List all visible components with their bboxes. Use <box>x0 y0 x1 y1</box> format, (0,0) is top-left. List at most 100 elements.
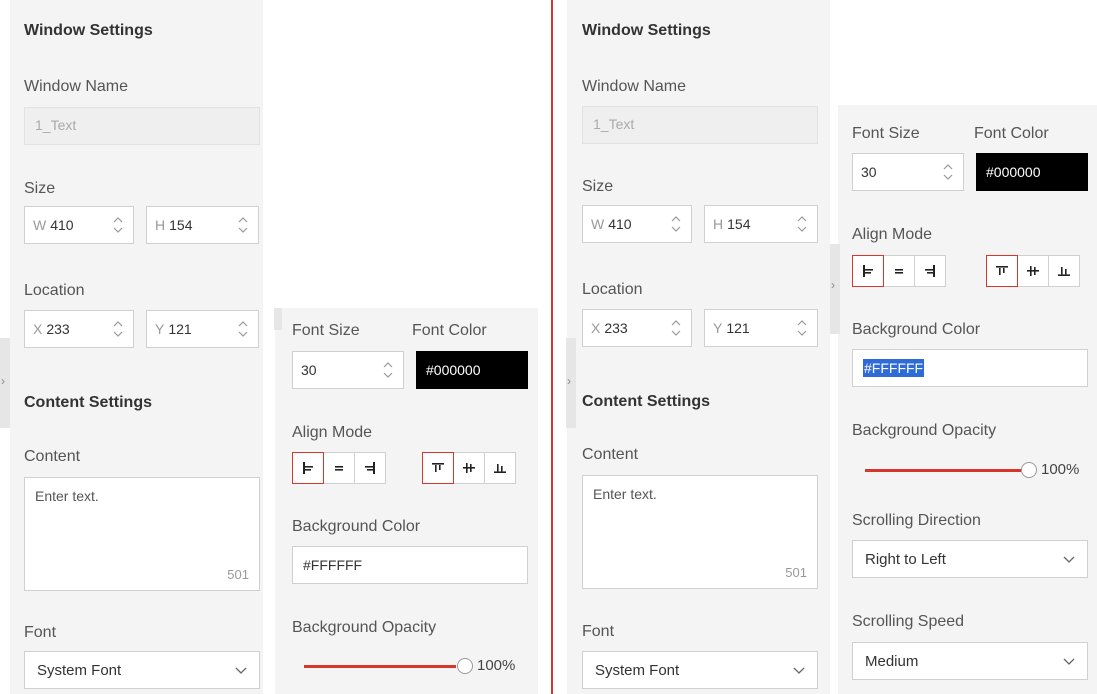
align-left-button[interactable] <box>852 255 884 287</box>
chevron-up-down-icon[interactable] <box>236 319 250 339</box>
y-value: 121 <box>168 321 192 337</box>
font-color-swatch[interactable]: #000000 <box>416 351 528 389</box>
font-size-label: Font Size <box>852 125 920 142</box>
align-right-icon <box>925 265 935 277</box>
location-label: Location <box>24 282 85 299</box>
align-middle-button[interactable] <box>453 452 485 484</box>
left-blank-area <box>263 0 551 308</box>
window-settings-title: Window Settings <box>24 22 153 39</box>
left-collapse-tab[interactable]: › <box>0 338 10 428</box>
chevron-up-down-icon[interactable] <box>381 360 395 380</box>
x-stepper[interactable]: X 233 <box>582 309 692 347</box>
align-middle-icon <box>463 463 475 473</box>
font-size-stepper[interactable]: 30 <box>852 153 964 191</box>
opacity-slider-handle[interactable] <box>1021 462 1037 478</box>
align-center-button[interactable] <box>323 452 355 484</box>
chevron-up-down-icon[interactable] <box>669 318 683 338</box>
vertical-align-group <box>422 452 516 484</box>
font-size-value: 30 <box>861 164 877 180</box>
align-bottom-button[interactable] <box>1048 255 1080 287</box>
opacity-slider-handle[interactable] <box>457 658 473 674</box>
y-stepper[interactable]: Y 121 <box>704 309 818 347</box>
x-value: 233 <box>604 320 628 336</box>
width-value: 410 <box>50 217 74 233</box>
width-stepper[interactable]: W 410 <box>582 205 692 243</box>
height-value: 154 <box>169 217 193 233</box>
align-top-button[interactable] <box>986 255 1018 287</box>
chevron-up-down-icon[interactable] <box>236 215 250 235</box>
opacity-value: 100% <box>477 657 516 674</box>
width-prefix: W <box>33 217 47 233</box>
size-label: Size <box>24 180 56 197</box>
chevron-down-icon <box>1063 653 1075 670</box>
right-collapse-tab[interactable]: › <box>566 338 576 428</box>
align-middle-button[interactable] <box>1017 255 1049 287</box>
scrolling-speed-value: Medium <box>865 652 919 670</box>
scrolling-direction-value: Right to Left <box>865 550 946 568</box>
background-color-input[interactable]: #FFFFFF <box>292 546 528 584</box>
font-size-label: Font Size <box>292 322 360 339</box>
font-select[interactable]: System Font <box>24 651 260 689</box>
opacity-slider-track[interactable] <box>304 665 456 668</box>
chevron-up-down-icon[interactable] <box>795 318 809 338</box>
opacity-slider-track[interactable] <box>865 469 1021 472</box>
align-right-button[interactable] <box>914 255 946 287</box>
align-left-button[interactable] <box>292 452 324 484</box>
background-color-label: Background Color <box>852 321 981 338</box>
content-textarea[interactable]: Enter text. 501 <box>582 475 818 589</box>
chevron-up-down-icon[interactable] <box>111 319 125 339</box>
content-settings-title: Content Settings <box>582 393 710 410</box>
chevron-down-icon <box>235 662 247 679</box>
align-mode-label: Align Mode <box>852 226 933 243</box>
window-name-label: Window Name <box>24 78 129 95</box>
font-size-stepper[interactable]: 30 <box>292 351 404 389</box>
chevron-right-icon: › <box>567 374 571 388</box>
align-middle-icon <box>1027 266 1039 276</box>
y-prefix: Y <box>155 321 165 337</box>
font-color-swatch[interactable]: #000000 <box>976 153 1088 191</box>
font-size-value: 30 <box>301 362 317 378</box>
background-color-value: #FFFFFF <box>863 359 925 377</box>
horizontal-align-group <box>292 452 386 484</box>
window-name-input[interactable]: 1_Text <box>24 107 260 145</box>
width-stepper[interactable]: W 410 <box>24 206 134 244</box>
chevron-up-down-icon[interactable] <box>941 162 955 182</box>
chevron-up-down-icon[interactable] <box>669 214 683 234</box>
background-color-input[interactable]: #FFFFFF <box>852 349 1088 387</box>
scrolling-speed-label: Scrolling Speed <box>852 613 965 630</box>
right-style-collapse-tab[interactable]: › <box>830 244 840 334</box>
chevron-up-down-icon[interactable] <box>795 214 809 234</box>
scrolling-direction-select[interactable]: Right to Left <box>852 540 1088 578</box>
window-settings-title: Window Settings <box>582 22 711 39</box>
height-stepper[interactable]: H 154 <box>704 205 818 243</box>
vertical-align-group <box>986 255 1080 287</box>
comparison-divider <box>551 0 553 694</box>
content-counter: 501 <box>227 567 249 582</box>
window-name-label: Window Name <box>582 78 687 95</box>
y-stepper[interactable]: Y 121 <box>146 310 259 348</box>
x-stepper[interactable]: X 233 <box>24 310 134 348</box>
scrolling-speed-select[interactable]: Medium <box>852 642 1088 680</box>
align-left-icon <box>863 265 873 277</box>
horizontal-align-group <box>852 255 946 287</box>
align-center-icon <box>895 269 903 274</box>
align-bottom-icon <box>494 464 506 473</box>
align-center-button[interactable] <box>883 255 915 287</box>
content-textarea[interactable]: Enter text. 501 <box>24 477 260 591</box>
align-center-icon <box>335 466 343 471</box>
background-opacity-label: Background Opacity <box>852 422 997 439</box>
align-right-icon <box>365 462 375 474</box>
font-label: Font <box>582 623 615 640</box>
chevron-up-down-icon[interactable] <box>111 215 125 235</box>
height-prefix: H <box>713 216 724 232</box>
left-style-panel-tab <box>274 308 282 330</box>
height-stepper[interactable]: H 154 <box>146 206 259 244</box>
y-prefix: Y <box>713 320 723 336</box>
window-name-input[interactable]: 1_Text <box>582 106 818 144</box>
font-select[interactable]: System Font <box>582 651 818 689</box>
width-prefix: W <box>591 216 605 232</box>
align-right-button[interactable] <box>354 452 386 484</box>
align-bottom-button[interactable] <box>484 452 516 484</box>
x-prefix: X <box>591 320 601 336</box>
align-top-button[interactable] <box>422 452 454 484</box>
